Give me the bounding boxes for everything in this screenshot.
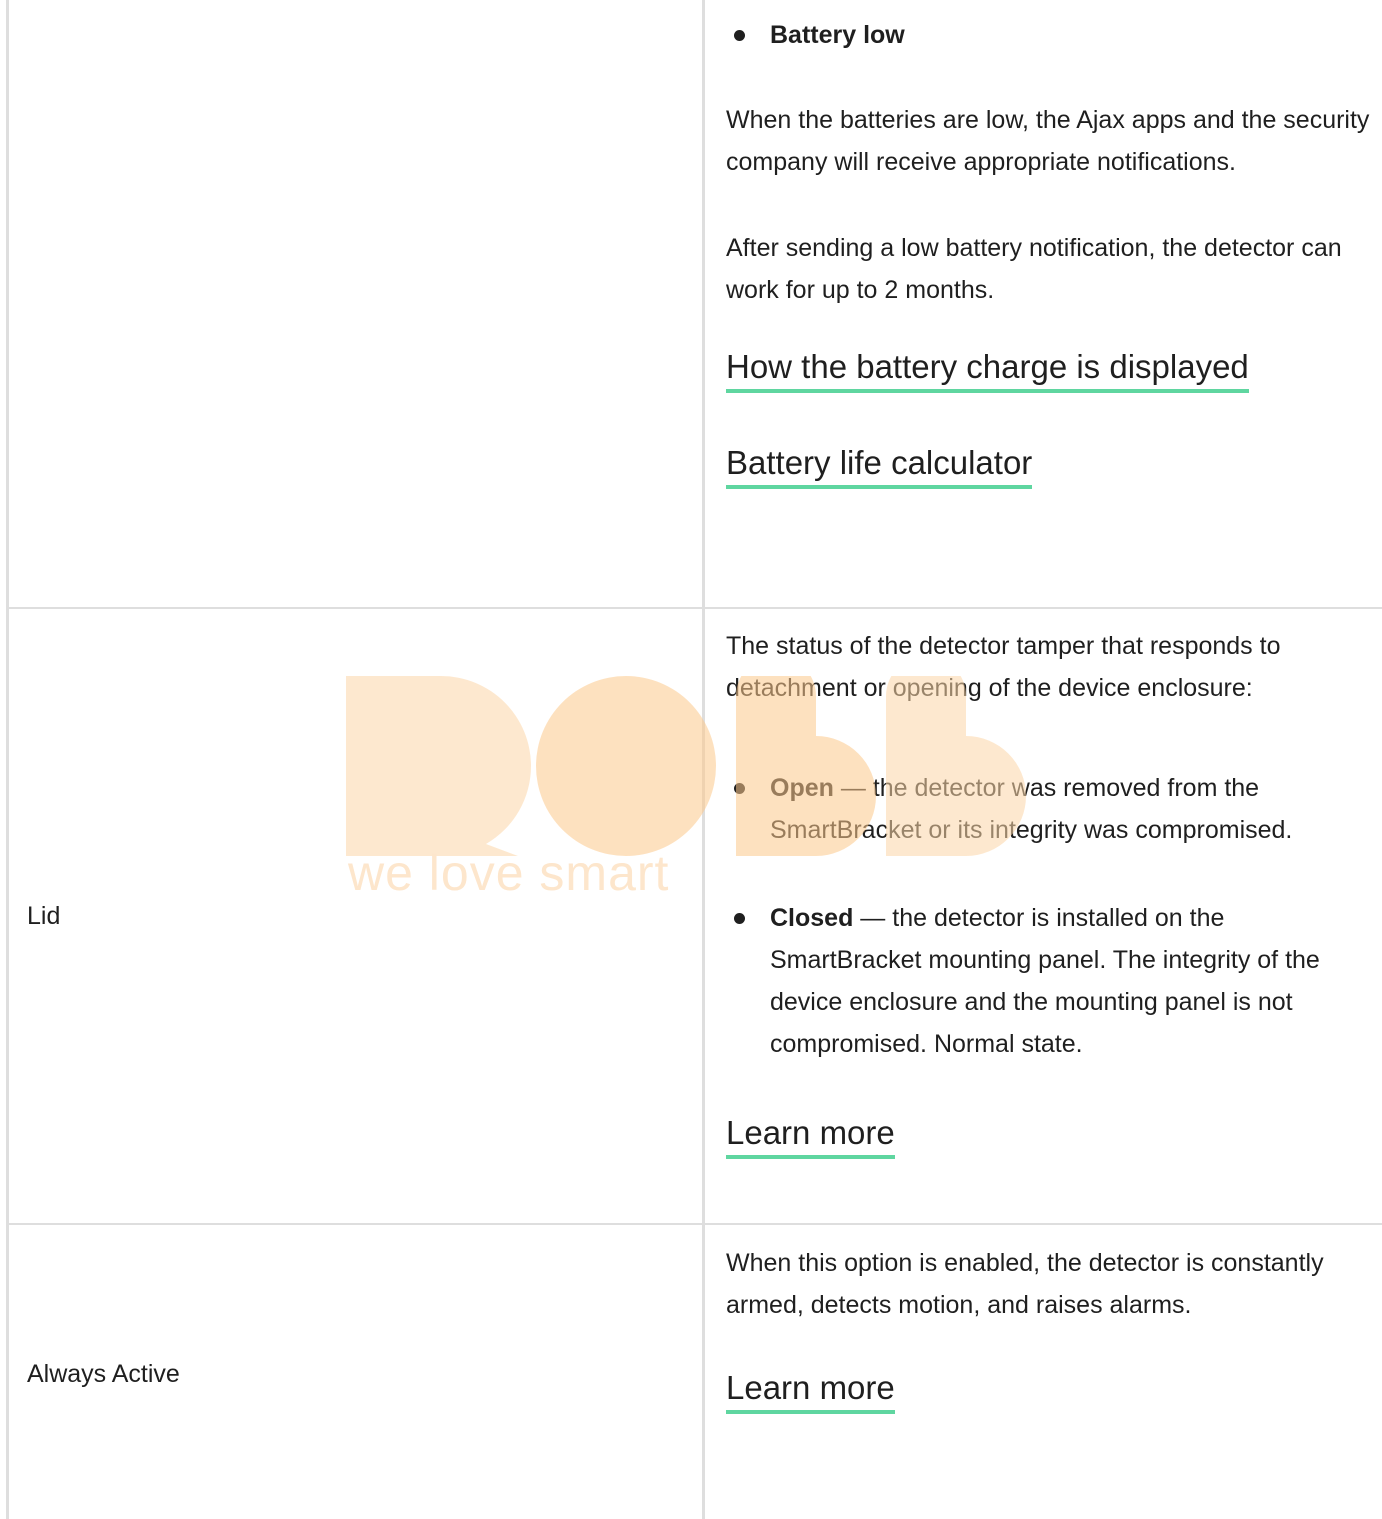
always-active-paragraph: When this option is enabled, the detecto… [726, 1249, 1324, 1319]
always-active-learn-more-link[interactable]: Learn more [726, 1368, 895, 1414]
bullet-icon [734, 30, 745, 41]
bullet-icon [734, 913, 745, 924]
battery-low-label: Battery low [770, 21, 905, 49]
table-border-left [6, 0, 9, 1519]
lid-closed-term: Closed [770, 904, 854, 932]
battery-charge-display-link[interactable]: How the battery charge is displayed [726, 347, 1249, 393]
list-item: Open — the detector was removed from the… [726, 767, 1372, 851]
lid-open-term: Open [770, 774, 834, 802]
row-divider [6, 607, 1382, 609]
table-column-divider [702, 0, 705, 1519]
always-active-description-cell: When this option is enabled, the detecto… [726, 1242, 1372, 1414]
list-item: Battery low [726, 14, 1372, 56]
settings-table: Battery low When the batteries are low, … [0, 0, 1382, 1519]
lid-learn-more-link[interactable]: Learn more [726, 1113, 895, 1159]
always-active-label: Always Active [27, 1360, 180, 1388]
battery-description-cell: Battery low When the batteries are low, … [726, 14, 1372, 489]
lid-closed-text: — the detector is installed on the Smart… [770, 904, 1320, 1058]
row-divider [6, 1223, 1382, 1225]
lid-description-cell: The status of the detector tamper that r… [726, 625, 1372, 1159]
lid-label: Lid [27, 902, 61, 930]
battery-life-calculator-link[interactable]: Battery life calculator [726, 443, 1033, 489]
bullet-icon [734, 783, 745, 794]
battery-duration-paragraph: After sending a low battery notification… [726, 234, 1342, 304]
list-item: Closed — the detector is installed on th… [726, 897, 1372, 1065]
battery-low-paragraph: When the batteries are low, the Ajax app… [726, 106, 1370, 176]
lid-open-text: — the detector was removed from the Smar… [770, 774, 1293, 844]
lid-intro-paragraph: The status of the detector tamper that r… [726, 632, 1281, 702]
